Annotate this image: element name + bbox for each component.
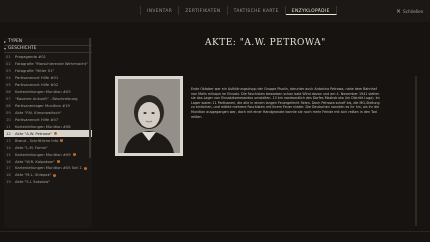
list-item[interactable]: 09 Akte "P.N. Kimonowitsch" xyxy=(4,110,92,117)
list-item-number: 17 xyxy=(6,166,11,171)
list-item-label: Partisanenort Hilfe #01 xyxy=(15,76,59,81)
list-item[interactable]: 16 Akte "W.R. Kalpakow"! xyxy=(4,158,92,165)
list-item-label: Akte "M.L. Shlepak" xyxy=(15,173,52,178)
new-entry-alert-icon: ! xyxy=(53,173,57,177)
list-item-number: 01 xyxy=(6,55,11,60)
list-item-label: Fotografie "Marschierende Wehrmacht" xyxy=(15,62,88,67)
list-item-label: Propaganda #01 xyxy=(15,55,46,60)
new-entry-alert-icon: ! xyxy=(72,153,76,157)
list-item-label: Kartenleitungen Munition #03 xyxy=(15,90,71,95)
list-item[interactable]: 19 Akte "S.I. Sokolow" xyxy=(4,179,92,186)
article-title: AKTE: "A.W. PETROWA" xyxy=(205,38,326,48)
list-item[interactable]: 07 "Kaserne Ankunft" - Beschreibung xyxy=(4,96,92,103)
list-item-number: 08 xyxy=(6,104,11,109)
list-item-number: 14 xyxy=(6,145,11,150)
list-item-number: 03 xyxy=(6,69,11,74)
category-label: Geschichte xyxy=(8,46,37,51)
list-item-number: 16 xyxy=(6,159,11,164)
list-item-number: 05 xyxy=(6,83,11,88)
list-item[interactable]: 17 Kartenleitungen Munition #05 Seil 1! xyxy=(4,165,92,172)
list-item-label: Akte "P.N. Kimonowitsch" xyxy=(15,110,62,115)
close-button[interactable]: × Schließen xyxy=(396,7,424,15)
list-item-label: Kartenleitungen Munition #09 xyxy=(15,152,71,157)
list-item-label: Fotografie "Hitler 01" xyxy=(15,69,55,74)
top-bar: Inventar Zertifikaten Taktische Karte En… xyxy=(0,0,430,22)
close-label: Schließen xyxy=(403,9,424,14)
list-item[interactable]: 06 Kartenleitungen Munition #03 xyxy=(4,89,92,96)
list-item[interactable]: 13 Brand - Schriftliche Info! xyxy=(4,137,92,144)
new-entry-alert-icon: ! xyxy=(53,132,57,136)
list-item[interactable]: 18 Akte "M.L. Shlepak"! xyxy=(4,172,92,179)
list-item-number: 15 xyxy=(6,152,11,157)
chevron-down-icon: ▾ xyxy=(4,46,7,51)
list-item[interactable]: 15 Kartenleitungen Munition #09! xyxy=(4,151,92,158)
list-scrollbar[interactable] xyxy=(89,38,91,158)
list-item-label: Akte "W.R. Kalpakow" xyxy=(15,159,55,164)
category-label: Typen xyxy=(8,39,23,44)
category-history[interactable]: ▾ Geschichte xyxy=(4,45,92,53)
list-item-number: 11 xyxy=(6,124,11,129)
tab-inventory[interactable]: Inventar xyxy=(140,6,180,15)
list-item[interactable]: 08 Partisanenlager Munition #19 xyxy=(4,103,92,110)
portrait-photo xyxy=(115,76,183,156)
list-item-number: 04 xyxy=(6,76,11,81)
list-item-number: 13 xyxy=(6,138,11,143)
list-item-number: 18 xyxy=(6,173,11,178)
list-item-number: 07 xyxy=(6,97,11,102)
tab-bar: Inventar Zertifikaten Taktische Karte En… xyxy=(140,6,337,18)
new-entry-alert-icon: ! xyxy=(83,166,87,170)
list-item-label: Brand - Schriftliche Info xyxy=(15,138,59,143)
list-item-number: 10 xyxy=(6,117,11,122)
list-item[interactable]: 04 Partisanenort Hilfe #01 xyxy=(4,75,92,82)
close-icon: × xyxy=(396,7,402,15)
list-item-label: Partisanenort Hilfe #07 xyxy=(15,117,59,122)
list-item-number: 09 xyxy=(6,110,11,115)
portrait-image xyxy=(118,79,180,153)
list-item[interactable]: 10 Partisanenort Hilfe #07 xyxy=(4,116,92,123)
list-item-label: Partisanenlager Munition #19 xyxy=(15,104,70,109)
list-item[interactable]: 03 Fotografie "Hitler 01" xyxy=(4,68,92,75)
entry-list: 01 Propaganda #01 02 Fotografie "Marschiere… xyxy=(4,54,92,186)
list-item[interactable]: 11 Kartenleitungen Munition #08 xyxy=(4,123,92,130)
list-item-label: Kartenleitungen Munition #08 xyxy=(15,124,71,129)
list-item[interactable]: 12 Akte "A.W. Petrowa"! xyxy=(4,130,92,138)
list-item[interactable]: 14 Akte "L.M. Fomin" xyxy=(4,144,92,151)
list-item-number: 19 xyxy=(6,180,11,185)
article-scrollbar[interactable] xyxy=(415,76,417,226)
list-item-number: 06 xyxy=(6,90,11,95)
tab-encyclopedia[interactable]: Enzyklopädie xyxy=(285,6,337,15)
list-item-label: "Kaserne Ankunft" - Beschreibung xyxy=(15,97,78,102)
divider xyxy=(0,231,430,232)
article-body: Ende Oktober war ein Aufklärungstrupp de… xyxy=(191,87,380,119)
list-item-label: Akte "L.M. Fomin" xyxy=(15,145,48,150)
list-item-label: Partisanenort Hilfe #02 xyxy=(15,83,59,88)
new-entry-alert-icon: ! xyxy=(56,160,60,164)
new-entry-alert-icon: ! xyxy=(60,139,64,143)
tab-tactical-map[interactable]: Taktische Karte xyxy=(228,6,286,15)
chevron-right-icon: ▸ xyxy=(4,39,7,44)
list-item[interactable]: 05 Partisanenort Hilfe #02 xyxy=(4,82,92,89)
list-item[interactable]: 01 Propaganda #01 xyxy=(4,54,92,61)
list-item-number: 12 xyxy=(6,131,11,136)
list-item-number: 02 xyxy=(6,62,11,67)
list-item-label: Akte "S.I. Sokolow" xyxy=(15,180,51,185)
list-item[interactable]: 02 Fotografie "Marschierende Wehrmacht" xyxy=(4,61,92,68)
encyclopedia-list-panel: ▸ Typen ▾ Geschichte 01 Propaganda #01 02 F… xyxy=(4,38,92,228)
tab-certificates[interactable]: Zertifikaten xyxy=(179,6,228,15)
list-item-label: Kartenleitungen Munition #05 Seil 1 xyxy=(15,166,82,171)
list-item-label: Akte "A.W. Petrowa" xyxy=(15,131,52,136)
